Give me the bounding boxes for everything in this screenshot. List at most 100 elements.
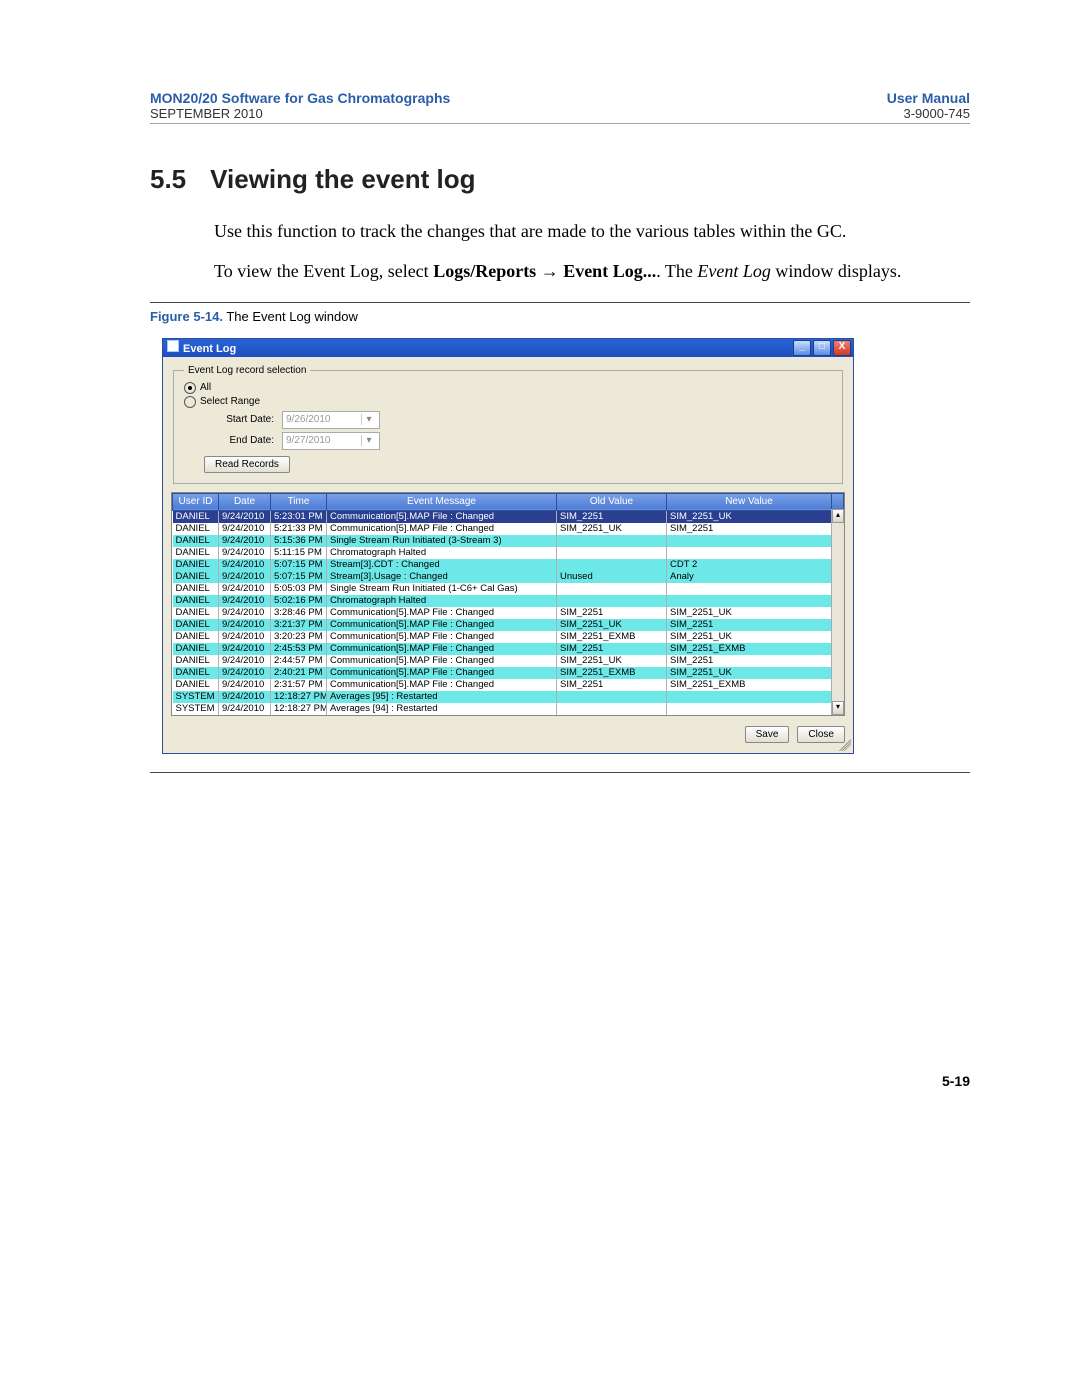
user-manual-label: User Manual <box>887 90 970 106</box>
table-row[interactable]: SYSTEM9/24/201012:18:27 PMAverages [95] … <box>173 691 844 703</box>
cell-time: 12:18:27 PM <box>271 703 327 715</box>
col-new[interactable]: New Value <box>667 493 832 510</box>
cell-new: CDT 2 <box>667 559 832 571</box>
read-records-button[interactable]: Read Records <box>204 456 290 473</box>
col-old[interactable]: Old Value <box>557 493 667 510</box>
start-date-label: Start Date: <box>214 414 274 425</box>
scroll-up-icon[interactable]: ▴ <box>832 509 844 523</box>
cell-old <box>557 595 667 607</box>
cell-user: DANIEL <box>173 619 219 631</box>
cell-date: 9/24/2010 <box>219 583 271 595</box>
cell-new <box>667 583 832 595</box>
event-log-window: Event Log _ □ X Event Log record selecti… <box>162 338 854 754</box>
minimize-button[interactable]: _ <box>793 340 811 356</box>
cell-user: DANIEL <box>173 510 219 523</box>
table-row[interactable]: DANIEL9/24/20103:28:46 PMCommunication[5… <box>173 607 844 619</box>
table-row[interactable]: DANIEL9/24/20105:05:03 PMSingle Stream R… <box>173 583 844 595</box>
table-row[interactable]: DANIEL9/24/20102:45:53 PMCommunication[5… <box>173 643 844 655</box>
window-title: Event Log <box>183 343 236 355</box>
doc-number: 3-9000-745 <box>887 106 970 121</box>
table-row[interactable]: DANIEL9/24/20105:21:33 PMCommunication[5… <box>173 523 844 535</box>
col-time[interactable]: Time <box>271 493 327 510</box>
table-row[interactable]: DANIEL9/24/20105:02:16 PMChromatograph H… <box>173 595 844 607</box>
cell-old: SIM_2251_UK <box>557 619 667 631</box>
table-row[interactable]: DANIEL9/24/20105:15:36 PMSingle Stream R… <box>173 535 844 547</box>
cell-msg: Communication[5].MAP File : Changed <box>327 607 557 619</box>
cell-msg: Communication[5].MAP File : Changed <box>327 523 557 535</box>
col-msg[interactable]: Event Message <box>327 493 557 510</box>
cell-date: 9/24/2010 <box>219 607 271 619</box>
radio-select-range[interactable] <box>184 396 196 408</box>
cell-new: SIM_2251_UK <box>667 510 832 523</box>
dropdown-icon[interactable]: ▾ <box>361 414 376 425</box>
close-button[interactable]: X <box>833 340 851 356</box>
cell-msg: Communication[5].MAP File : Changed <box>327 510 557 523</box>
radio-all-label: All <box>200 382 211 393</box>
cell-time: 2:44:57 PM <box>271 655 327 667</box>
cell-msg: Communication[5].MAP File : Changed <box>327 619 557 631</box>
table-row[interactable]: DANIEL9/24/20105:07:15 PMStream[3].CDT :… <box>173 559 844 571</box>
figure-caption: The Event Log window <box>223 309 358 324</box>
start-date-input[interactable]: 9/26/2010▾ <box>282 411 380 429</box>
table-row[interactable]: DANIEL9/24/20105:23:01 PMCommunication[5… <box>173 510 844 523</box>
cell-old: SIM_2251_UK <box>557 655 667 667</box>
cell-date: 9/24/2010 <box>219 703 271 715</box>
save-button[interactable]: Save <box>745 726 790 743</box>
cell-new: SIM_2251_UK <box>667 607 832 619</box>
close-dialog-button[interactable]: Close <box>797 726 845 743</box>
cell-old <box>557 547 667 559</box>
cell-user: DANIEL <box>173 607 219 619</box>
table-row[interactable]: SYSTEM9/24/201012:18:27 PMAverages [94] … <box>173 703 844 715</box>
cell-user: DANIEL <box>173 559 219 571</box>
paragraph-1: Use this function to track the changes t… <box>214 219 970 243</box>
titlebar[interactable]: Event Log _ □ X <box>163 339 853 357</box>
cell-new <box>667 703 832 715</box>
cell-time: 2:40:21 PM <box>271 667 327 679</box>
cell-time: 5:07:15 PM <box>271 559 327 571</box>
radio-all[interactable] <box>184 382 196 394</box>
cell-user: DANIEL <box>173 679 219 691</box>
cell-user: DANIEL <box>173 535 219 547</box>
col-date[interactable]: Date <box>219 493 271 510</box>
cell-new: SIM_2251_UK <box>667 631 832 643</box>
scroll-header <box>832 493 844 510</box>
cell-date: 9/24/2010 <box>219 523 271 535</box>
cell-user: DANIEL <box>173 571 219 583</box>
event-table: User ID Date Time Event Message Old Valu… <box>171 492 845 716</box>
cell-old <box>557 583 667 595</box>
table-row[interactable]: DANIEL9/24/20102:40:21 PMCommunication[5… <box>173 667 844 679</box>
cell-date: 9/24/2010 <box>219 691 271 703</box>
table-row[interactable]: DANIEL9/24/20103:20:23 PMCommunication[5… <box>173 631 844 643</box>
group-legend: Event Log record selection <box>184 365 310 376</box>
cell-msg: Communication[5].MAP File : Changed <box>327 643 557 655</box>
end-date-input[interactable]: 9/27/2010▾ <box>282 432 380 450</box>
table-row[interactable]: DANIEL9/24/20105:11:15 PMChromatograph H… <box>173 547 844 559</box>
cell-msg: Averages [94] : Restarted <box>327 703 557 715</box>
cell-user: DANIEL <box>173 595 219 607</box>
cell-user: DANIEL <box>173 523 219 535</box>
section-number: 5.5 <box>150 164 186 195</box>
scroll-down-icon[interactable]: ▾ <box>832 701 844 715</box>
cell-old: SIM_2251 <box>557 679 667 691</box>
cell-date: 9/24/2010 <box>219 619 271 631</box>
cell-date: 9/24/2010 <box>219 643 271 655</box>
cell-time: 3:28:46 PM <box>271 607 327 619</box>
table-row[interactable]: DANIEL9/24/20102:44:57 PMCommunication[5… <box>173 655 844 667</box>
doc-title: MON20/20 Software for Gas Chromatographs <box>150 90 450 106</box>
dropdown-icon[interactable]: ▾ <box>361 435 376 446</box>
table-row[interactable]: DANIEL9/24/20103:21:37 PMCommunication[5… <box>173 619 844 631</box>
cell-old: SIM_2251_EXMB <box>557 631 667 643</box>
cell-new <box>667 595 832 607</box>
cell-old <box>557 703 667 715</box>
cell-msg: Chromatograph Halted <box>327 595 557 607</box>
table-row[interactable]: DANIEL9/24/20102:31:57 PMCommunication[5… <box>173 679 844 691</box>
cell-date: 9/24/2010 <box>219 547 271 559</box>
vertical-scrollbar[interactable]: ▴ ▾ <box>831 509 844 715</box>
cell-user: DANIEL <box>173 631 219 643</box>
page-number: 5-19 <box>150 1073 970 1089</box>
cell-time: 12:18:27 PM <box>271 691 327 703</box>
table-row[interactable]: DANIEL9/24/20105:07:15 PMStream[3].Usage… <box>173 571 844 583</box>
window-icon <box>167 340 179 352</box>
maximize-button[interactable]: □ <box>813 340 831 356</box>
col-user[interactable]: User ID <box>173 493 219 510</box>
